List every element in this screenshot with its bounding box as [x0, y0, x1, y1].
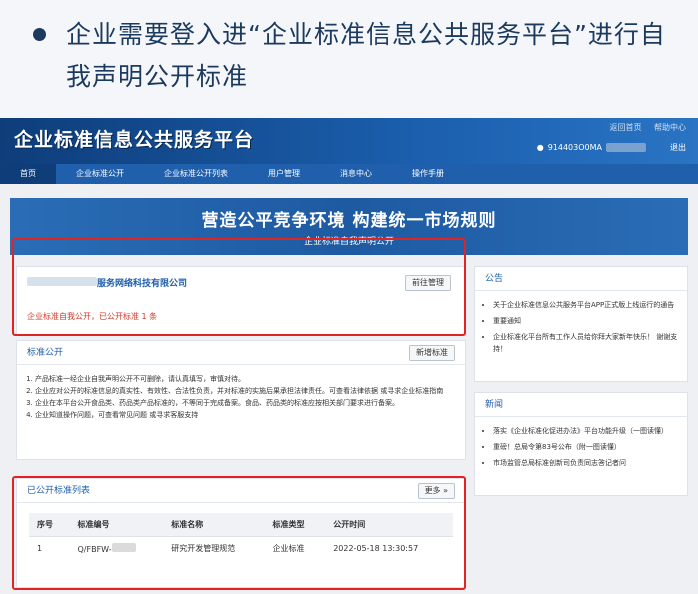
news-item[interactable]: 市场监管总局标准创新司负责同志答记者问: [493, 457, 679, 469]
nav-messages[interactable]: 消息中心: [320, 164, 392, 184]
nav-users[interactable]: 用户管理: [248, 164, 320, 184]
announce-item[interactable]: 重要通知: [493, 315, 679, 327]
nav-manual[interactable]: 操作手册: [392, 164, 464, 184]
slide-bullet-text: 企业需要登入进“企业标准信息公共服务平台”进行自我声明公开标准: [66, 20, 666, 91]
banner-title: 营造公平竞争环境 构建统一市场规则: [201, 211, 497, 231]
news-panel: 新闻 落实《企业标准化促进办法》平台功能升级（一图读懂） 重磅！总局令第83号公…: [474, 392, 688, 496]
nav-std-public[interactable]: 企业标准公开: [56, 164, 144, 184]
nav-std-list[interactable]: 企业标准公开列表: [144, 164, 248, 184]
home-link[interactable]: 返回首页: [609, 123, 641, 132]
announce-item[interactable]: 关于企业标准信息公共服务平台APP正式版上线运行的通告: [493, 299, 679, 311]
redacted-id: [606, 143, 646, 152]
user-id: 914403O0MA: [547, 143, 602, 152]
nav-home[interactable]: 首页: [0, 164, 56, 184]
highlight-company: [12, 238, 466, 336]
logout-link[interactable]: 退出: [670, 142, 686, 153]
announce-panel: 公告 关于企业标准信息公共服务平台APP正式版上线运行的通告 重要通知 企业标准…: [474, 266, 688, 382]
std-public-title: 标准公开: [27, 348, 64, 358]
news-item[interactable]: 落实《企业标准化促进办法》平台功能升级（一图读懂）: [493, 425, 679, 437]
news-item[interactable]: 重磅！总局令第83号公布（附一图读懂）: [493, 441, 679, 453]
help-link[interactable]: 帮助中心: [654, 123, 686, 132]
add-standard-button[interactable]: 新增标准: [409, 345, 455, 361]
bullet-dot: [33, 28, 46, 41]
std-public-panel: 标准公开 新增标准 产品标准一经企业自我声明公开不可删除，请认真填写，审慎对待。…: [16, 340, 466, 460]
rule-item: 企业在本平台公开食品类、药品类产品标准的，不等同于完成备案。食品、药品类的标准应…: [35, 397, 455, 409]
screenshot: 企业标准信息公共服务平台 返回首页 帮助中心 ● 914403O0MA 退出 首…: [0, 118, 698, 594]
rule-item: 产品标准一经企业自我声明公开不可删除，请认真填写，审慎对待。: [35, 373, 455, 385]
rule-item: 企业应对公开的标准信息的真实性、有效性、合法性负责，并对标准的实施后果承担法律责…: [35, 385, 455, 397]
news-title: 新闻: [485, 400, 504, 410]
announce-item[interactable]: 企业标准化平台所有工作人员给你拜大家新年快乐！ 谢谢支持！: [493, 331, 679, 355]
user-icon: ●: [536, 143, 544, 152]
site-header: 企业标准信息公共服务平台 返回首页 帮助中心 ● 914403O0MA 退出: [0, 118, 698, 164]
rule-item: 企业知道操作问题，可查看常见问题 或寻求客服支持: [35, 409, 455, 421]
main-nav: 首页 企业标准公开 企业标准公开列表 用户管理 消息中心 操作手册: [0, 164, 698, 184]
announce-title: 公告: [485, 274, 504, 284]
site-logo: 企业标准信息公共服务平台: [14, 129, 255, 151]
highlight-list: [12, 476, 466, 590]
